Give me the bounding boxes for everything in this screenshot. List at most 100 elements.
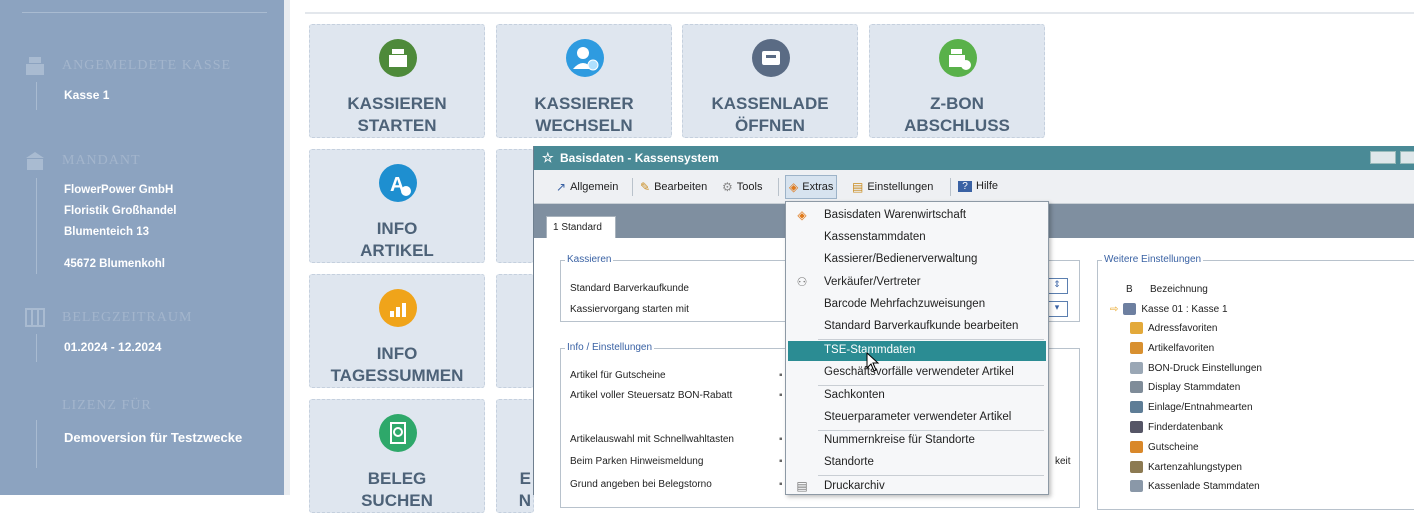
divider [36,334,37,362]
combo-kassiervorgang[interactable]: ▾ [1046,301,1068,317]
divider: ▪ [779,390,783,401]
close-button[interactable] [1400,151,1414,164]
group-label: Kassieren [565,254,614,265]
divider [305,12,1414,14]
tree-item[interactable]: Adressfavoriten [1130,322,1217,334]
tile-label: INFO ARTIKEL [360,219,434,260]
restore-button[interactable] [1370,151,1396,164]
menu-item-kassenstammdaten[interactable]: Kassenstammdaten [788,228,1046,248]
menu-einstellungen[interactable]: ▤ Einstellungen [852,180,933,194]
client-line2: Floristik Großhandel [64,205,177,217]
menu-item-standorte[interactable]: Standorte [788,453,1046,473]
divider [818,339,1044,340]
arrow-icon: ↗ [556,180,567,194]
menu-item-steuerparameter[interactable]: Steuerparameter verwendeter Artikel [788,408,1046,428]
divider [778,178,779,196]
binoculars-icon [1130,421,1143,433]
client-line1: FlowerPower GmbH [64,184,174,196]
tile-beleg-suchen[interactable]: BELEG SUCHEN [309,399,485,513]
menu-item-basisdaten-warenwirtschaft[interactable]: ◈ Basisdaten Warenwirtschaft [788,206,1046,226]
tile-label: KASSIEREN STARTEN [347,94,447,135]
tile-kassenlade-oeffnen[interactable]: KASSENLADE ÖFFNEN [682,24,858,138]
menu-allgemein[interactable]: ↗ Allgemein [556,180,618,194]
window-titlebar[interactable]: ☆ Basisdaten - Kassensystem [534,146,1414,170]
field-label: Artikelauswahl mit Schnellwahltasten [570,434,734,445]
column-header: B [1126,284,1133,295]
tile-label: KASSENLADE ÖFFNEN [711,94,829,135]
field-label: Beim Parken Hinweismeldung [570,456,704,467]
tile-info-tagessummen[interactable]: INFO TAGESSUMMEN [309,274,485,388]
license-heading: LIZENZ FÜR [62,398,152,413]
mouse-cursor-icon [866,351,880,372]
register-icon [1123,303,1137,315]
address-icon [1130,322,1143,334]
menu-item-nummernkreise[interactable]: Nummernkreise für Standorte [788,431,1046,451]
menubar: ↗ Allgemein ✎ Bearbeiten ⚙ Tools ◈ Extras ▤ E… [534,170,1414,204]
field-label: keit [1055,456,1071,467]
register-heading: ANGEMELDETE KASSE [62,58,232,73]
tree-item[interactable]: ⇨ Kasse 01 : Kasse 1 [1110,303,1228,315]
archive-icon: ▤ [796,479,808,493]
group-label: Weitere Einstellungen [1102,254,1204,265]
field-label: Kassiervorgang starten mit [570,304,689,315]
tile-hidden[interactable] [496,149,534,263]
tile-label: BELEG SUCHEN [361,469,433,510]
menu-tools[interactable]: ⚙ Tools [722,180,762,194]
tree-item[interactable]: Finderdatenbank [1130,421,1223,433]
combo-barverkaufkunde[interactable]: ⇕ [1046,278,1068,294]
menu-item-standard-barverkaufkunde[interactable]: Standard Barverkaufkunde bearbeiten [788,317,1046,337]
user-switch-icon [566,39,604,77]
tile-info-artikel[interactable]: A INFO ARTIKEL [309,149,485,263]
tile-hidden[interactable] [496,274,534,388]
menu-item-verkaeufer[interactable]: ⚇ Verkäufer/Vertreter [788,273,1046,293]
divider: ▪ [779,434,783,445]
menu-item-geschaeftsvorfaelle[interactable]: Geschäftsvorfälle verwendeter Artikel [788,363,1046,383]
client-line3: Blumenteich 13 [64,226,149,238]
menu-item-barcode[interactable]: Barcode Mehrfachzuweisungen [788,295,1046,315]
tile-kassierer-wechseln[interactable]: KASSIERER WECHSELN [496,24,672,138]
tree-item[interactable]: Gutscheine [1130,441,1199,453]
tile-z-bon-abschluss[interactable]: Z-BON ABSCHLUSS [869,24,1045,138]
tree-item[interactable]: Kassenlade Stammdaten [1130,480,1260,492]
tile-kassieren-starten[interactable]: KASSIEREN STARTEN [309,24,485,138]
tree-item[interactable]: BON-Druck Einstellungen [1130,362,1262,374]
menu-item-kassierer[interactable]: Kassierer/Bedienerverwaltung [788,250,1046,270]
divider [632,178,633,196]
menu-item-druckarchiv[interactable]: ▤ Druckarchiv [788,477,1046,497]
cash-register-icon [379,39,417,77]
card-icon [1130,461,1143,473]
divider: ▪ [779,456,783,467]
field-label: Artikel für Gutscheine [570,370,666,381]
client-heading: MANDANT [62,153,141,168]
article-info-icon: A [379,164,417,202]
tree-item[interactable]: Kartenzahlungstypen [1130,461,1242,473]
help-icon: ? [958,180,972,192]
window-title: Basisdaten - Kassensystem [560,151,719,165]
extras-icon: ◈ [789,180,799,194]
extras-icon: ◈ [797,208,807,222]
tree-item[interactable]: Display Stammdaten [1130,381,1240,393]
menu-extras[interactable]: ◈ Extras [785,175,838,199]
tree-item[interactable]: Einlage/Entnahmearten [1130,401,1253,413]
tile-label: KASSIERER WECHSELN [534,94,634,135]
divider [818,475,1044,476]
store-icon [24,150,46,172]
divider [22,12,267,13]
license-value: Demoversion für Testzwecke [64,430,243,445]
field-label: Grund angeben bei Belegstorno [570,479,712,490]
tile-label: INFO TAGESSUMMEN [330,344,464,385]
tab-standard[interactable]: 1 Standard [546,216,616,238]
tree-item[interactable]: Artikelfavoriten [1130,342,1214,354]
menu-hilfe[interactable]: ? Hilfe [958,180,998,192]
arrow-right-icon: ⇨ [1110,303,1119,315]
menu-bearbeiten[interactable]: ✎ Bearbeiten [640,180,707,194]
tile-partial[interactable]: EN [496,399,534,513]
menu-item-sachkonten[interactable]: Sachkonten [788,386,1046,406]
voucher-icon [1130,441,1143,453]
period-value: 01.2024 - 12.2024 [64,340,162,354]
divider: ▪ [779,370,783,381]
group-label: Info / Einstellungen [565,342,655,353]
menu-item-tse-stammdaten[interactable]: TSE-Stammdaten [788,341,1046,361]
printer-icon [1130,362,1143,374]
display-icon [1130,381,1143,393]
